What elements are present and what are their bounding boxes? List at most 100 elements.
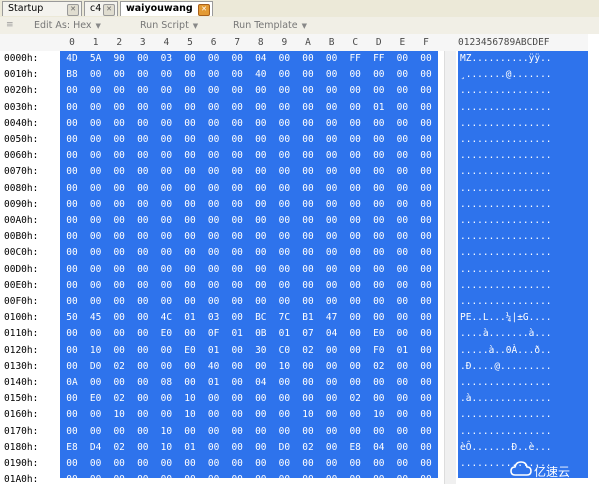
hex-byte[interactable]: 00 [367, 116, 391, 131]
hex-row[interactable]: 4D 5A 90 00 03 00 00 00 04 00 00 00 FF FF 00 00 [60, 51, 438, 66]
hex-byte[interactable]: 00 [390, 229, 414, 244]
hex-byte[interactable]: 00 [414, 116, 438, 131]
hex-byte[interactable]: 00 [84, 83, 108, 98]
hex-byte[interactable]: 00 [249, 440, 273, 455]
hex-byte[interactable]: 00 [202, 424, 226, 439]
hex-byte[interactable]: 00 [131, 391, 155, 406]
hex-row[interactable]: 00 00 00 00 00 00 00 00 00 00 00 00 00 00 00 00 [60, 181, 438, 196]
hex-row[interactable]: 00 10 00 00 00 E0 01 00 30 C0 02 00 00 F0 01 00 [60, 343, 438, 358]
hex-byte[interactable]: 00 [131, 262, 155, 277]
hex-byte[interactable]: 00 [367, 262, 391, 277]
hex-byte[interactable]: 00 [178, 359, 202, 374]
hex-byte[interactable]: 01 [367, 100, 391, 115]
hex-byte[interactable]: 00 [60, 132, 84, 147]
hex-byte[interactable]: 00 [131, 424, 155, 439]
hex-byte[interactable]: 00 [390, 424, 414, 439]
hex-byte[interactable]: 00 [249, 278, 273, 293]
run-template-dropdown[interactable]: Run Template ▼ [233, 19, 307, 33]
ascii-row[interactable]: ................ [460, 294, 552, 309]
hex-byte[interactable]: 00 [178, 181, 202, 196]
hex-byte[interactable]: 00 [178, 197, 202, 212]
hex-byte[interactable]: E0 [154, 326, 178, 341]
hex-byte[interactable]: 00 [414, 391, 438, 406]
hex-byte[interactable]: 00 [390, 51, 414, 66]
hex-byte[interactable]: 00 [178, 132, 202, 147]
hex-byte[interactable]: 03 [154, 51, 178, 66]
hex-byte[interactable]: 00 [414, 181, 438, 196]
hex-byte[interactable]: 00 [390, 407, 414, 422]
hex-row[interactable]: 00 00 00 00 E0 00 0F 01 0B 01 07 04 00 E0 00 00 [60, 326, 438, 341]
hex-row[interactable]: 0A 00 00 00 08 00 01 00 04 00 00 00 00 00 00 00 [60, 375, 438, 390]
hex-byte[interactable]: 00 [272, 407, 296, 422]
hex-byte[interactable]: 00 [131, 456, 155, 471]
ascii-row[interactable]: ................ [460, 278, 552, 293]
hex-byte[interactable]: 00 [107, 100, 131, 115]
hex-byte[interactable]: 30 [249, 343, 273, 358]
hex-byte[interactable]: 00 [60, 391, 84, 406]
hex-byte[interactable]: 00 [343, 262, 367, 277]
hex-byte[interactable]: 00 [107, 310, 131, 325]
hex-byte[interactable]: 00 [390, 181, 414, 196]
hex-byte[interactable]: 00 [131, 245, 155, 260]
hex-byte[interactable]: 00 [390, 148, 414, 163]
hex-byte[interactable]: 02 [107, 440, 131, 455]
hex-byte[interactable]: 00 [320, 164, 344, 179]
hex-byte[interactable]: 00 [296, 262, 320, 277]
hex-byte[interactable]: 00 [367, 424, 391, 439]
hex-byte[interactable]: 00 [131, 375, 155, 390]
hex-byte[interactable]: 7C [272, 310, 296, 325]
hex-byte[interactable]: 00 [107, 326, 131, 341]
hex-byte[interactable]: 00 [202, 164, 226, 179]
hex-byte[interactable]: 00 [202, 391, 226, 406]
hex-byte[interactable]: 00 [202, 132, 226, 147]
hex-byte[interactable]: 00 [107, 116, 131, 131]
hex-byte[interactable]: 4C [154, 310, 178, 325]
hex-byte[interactable]: 00 [343, 326, 367, 341]
hex-byte[interactable]: 00 [320, 391, 344, 406]
hex-byte[interactable]: 00 [296, 245, 320, 260]
hex-byte[interactable]: 00 [414, 310, 438, 325]
hex-byte[interactable]: 00 [390, 278, 414, 293]
hex-byte[interactable]: 00 [296, 148, 320, 163]
hex-byte[interactable]: 00 [320, 375, 344, 390]
hex-byte[interactable]: 00 [343, 67, 367, 82]
hex-byte[interactable]: 00 [225, 51, 249, 66]
hex-byte[interactable]: 00 [367, 213, 391, 228]
hex-byte[interactable]: B1 [296, 310, 320, 325]
hex-byte[interactable]: 00 [84, 294, 108, 309]
hex-byte[interactable]: 00 [272, 375, 296, 390]
hex-byte[interactable]: 00 [296, 164, 320, 179]
hex-row[interactable]: B8 00 00 00 00 00 00 00 40 00 00 00 00 00 00 00 [60, 67, 438, 82]
hex-byte[interactable]: 00 [320, 456, 344, 471]
hex-byte[interactable]: 02 [296, 440, 320, 455]
hex-byte[interactable]: 00 [202, 197, 226, 212]
hex-byte[interactable]: 01 [390, 343, 414, 358]
hex-byte[interactable]: 90 [107, 51, 131, 66]
hex-byte[interactable]: 00 [320, 424, 344, 439]
hex-byte[interactable]: 00 [343, 83, 367, 98]
hex-byte[interactable]: 00 [320, 262, 344, 277]
hex-byte[interactable]: 00 [272, 148, 296, 163]
hex-byte[interactable]: 00 [84, 229, 108, 244]
hex-byte[interactable]: E0 [178, 343, 202, 358]
hex-byte[interactable]: 00 [84, 100, 108, 115]
hex-byte[interactable]: 00 [367, 197, 391, 212]
hex-byte[interactable]: 00 [84, 375, 108, 390]
hex-row[interactable]: 00 00 00 00 00 00 00 00 00 00 00 00 00 00 00 00 [60, 456, 438, 471]
hex-byte[interactable]: 00 [320, 343, 344, 358]
hex-byte[interactable]: 00 [84, 278, 108, 293]
hex-byte[interactable]: B8 [60, 67, 84, 82]
hex-byte[interactable]: 00 [225, 181, 249, 196]
hex-byte[interactable]: 00 [154, 213, 178, 228]
hex-byte[interactable]: 00 [60, 262, 84, 277]
hex-byte[interactable]: 00 [390, 262, 414, 277]
hex-byte[interactable]: 00 [390, 100, 414, 115]
hex-byte[interactable]: 00 [390, 456, 414, 471]
hex-byte[interactable]: 00 [272, 391, 296, 406]
hex-byte[interactable]: 00 [390, 83, 414, 98]
hex-byte[interactable]: 00 [320, 100, 344, 115]
hex-byte[interactable]: 00 [272, 472, 296, 487]
hex-byte[interactable]: 00 [320, 67, 344, 82]
hex-byte[interactable]: 00 [343, 278, 367, 293]
hex-byte[interactable]: 00 [154, 262, 178, 277]
